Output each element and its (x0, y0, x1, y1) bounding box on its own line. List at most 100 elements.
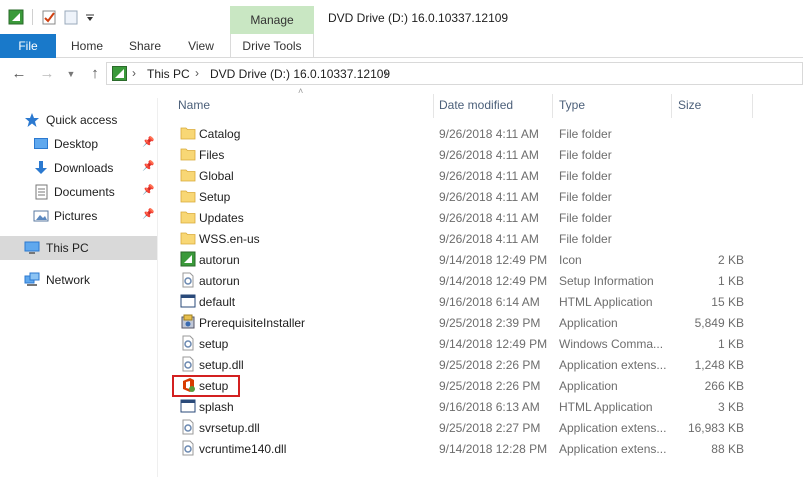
installer-icon (180, 314, 196, 330)
breadcrumb-this-pc[interactable]: This PC (147, 67, 190, 81)
sort-ascending-icon: ˄ (298, 86, 304, 96)
file-row[interactable]: Files 9/26/2018 4:11 AM File folder (168, 144, 758, 165)
file-date-modified: 9/14/2018 12:49 PM (439, 274, 548, 288)
settings-file-icon (180, 272, 196, 288)
title-bar: Manage DVD Drive (D:) 16.0.10337.12109 (0, 0, 803, 34)
pin-icon[interactable]: 📌 (142, 185, 154, 196)
file-row[interactable]: Global 9/26/2018 4:11 AM File folder (168, 165, 758, 186)
file-row[interactable]: svrsetup.dll 9/25/2018 2:27 PM Application… (168, 417, 758, 438)
file-size: 5,849 KB (694, 316, 744, 330)
column-type[interactable]: Type (559, 98, 585, 112)
manage-context-tab[interactable]: Manage (230, 6, 314, 34)
file-row[interactable]: WSS.en-us 9/26/2018 4:11 AM File folder (168, 228, 758, 249)
column-divider[interactable] (671, 94, 672, 118)
file-size: 2 KB (717, 253, 744, 267)
file-row[interactable]: PrerequisiteInstaller 9/25/2018 2:39 PM Ap… (168, 312, 758, 333)
nav-downloads[interactable]: Downloads 📌 (0, 156, 157, 180)
file-size: 3 KB (717, 400, 744, 414)
column-size[interactable]: Size (678, 98, 701, 112)
back-arrow-icon[interactable]: ← (10, 64, 28, 84)
tab-view[interactable]: View (186, 34, 216, 58)
file-row[interactable]: splash 9/16/2018 6:13 AM HTML Application 3… (168, 396, 758, 417)
file-row[interactable]: setup 9/14/2018 12:49 PM Windows Comma... 1… (168, 333, 758, 354)
file-row[interactable]: Setup 9/26/2018 4:11 AM File folder (168, 186, 758, 207)
nav-pictures[interactable]: Pictures 📌 (0, 204, 157, 228)
file-name: vcruntime140.dll (199, 442, 287, 456)
html-application-icon (180, 398, 196, 414)
file-type: HTML Application (559, 400, 653, 414)
file-date-modified: 9/25/2018 2:27 PM (439, 421, 541, 435)
html-application-icon (180, 293, 196, 309)
autorun-icon (180, 251, 196, 267)
forward-arrow-icon[interactable]: → (38, 64, 56, 84)
properties-icon[interactable] (41, 9, 57, 25)
file-row[interactable]: Updates 9/26/2018 4:11 AM File folder (168, 207, 758, 228)
settings-file-icon (180, 356, 196, 372)
customize-toolbar-icon[interactable] (85, 9, 95, 25)
file-row[interactable]: Catalog 9/26/2018 4:11 AM File folder (168, 123, 758, 144)
pin-icon[interactable]: 📌 (142, 137, 154, 148)
file-size: 88 KB (711, 442, 744, 456)
file-date-modified: 9/26/2018 4:11 AM (439, 148, 539, 162)
desktop-icon (33, 136, 49, 152)
pin-icon[interactable]: 📌 (142, 161, 154, 172)
up-arrow-icon[interactable]: ↑ (86, 64, 104, 84)
column-name[interactable]: Name (178, 98, 210, 112)
nav-this-pc[interactable]: This PC (0, 236, 157, 260)
tab-home[interactable]: Home (70, 34, 104, 58)
breadcrumb-dvd-drive[interactable]: DVD Drive (D:) 16.0.10337.12109 (210, 67, 390, 81)
highlight-box (172, 375, 240, 397)
file-type: Application (559, 379, 618, 393)
column-headers: ˄ Name Date modified Type Size (168, 86, 758, 120)
nav-network[interactable]: Network (0, 268, 157, 292)
file-date-modified: 9/26/2018 4:11 AM (439, 127, 539, 141)
file-date-modified: 9/26/2018 4:11 AM (439, 190, 539, 204)
file-name: Updates (199, 211, 244, 225)
nav-desktop[interactable]: Desktop 📌 (0, 132, 157, 156)
file-name: Global (199, 169, 234, 183)
file-row[interactable]: vcruntime140.dll 9/14/2018 12:28 PM Applic… (168, 438, 758, 459)
file-row[interactable]: autorun 9/14/2018 12:49 PM Icon 2 KB (168, 249, 758, 270)
file-row[interactable]: setup 9/25/2018 2:26 PM Application 266 KB (168, 375, 758, 397)
file-type: File folder (559, 232, 612, 246)
breadcrumb-chevron-icon[interactable]: › (384, 66, 388, 80)
file-name: Catalog (199, 127, 241, 141)
tab-drive-tools[interactable]: Drive Tools (230, 34, 314, 59)
file-date-modified: 9/26/2018 4:11 AM (439, 232, 539, 246)
tab-share[interactable]: Share (128, 34, 162, 58)
file-name: setup.dll (199, 358, 244, 372)
file-name: PrerequisiteInstaller (199, 316, 306, 330)
recent-locations-chevron-icon[interactable]: ▼ (62, 64, 80, 84)
address-bar[interactable]: › This PC › DVD Drive (D:) 16.0.10337.12… (106, 62, 803, 85)
folder-icon (180, 188, 196, 204)
pictures-icon (33, 208, 49, 224)
nav-documents[interactable]: Documents 📌 (0, 180, 157, 204)
file-row[interactable]: default 9/16/2018 6:14 AM HTML Application… (168, 291, 758, 312)
settings-file-icon (180, 419, 196, 435)
ribbon-tabs: File Home Share View Drive Tools (0, 34, 803, 59)
downloads-icon (33, 160, 49, 176)
pin-icon[interactable]: 📌 (142, 209, 154, 220)
breadcrumb-chevron-icon[interactable]: › (132, 66, 136, 80)
new-folder-icon[interactable] (63, 9, 79, 25)
column-date-modified[interactable]: Date modified (439, 98, 513, 112)
drive-icon[interactable] (8, 9, 24, 25)
computer-icon (24, 240, 40, 256)
column-divider[interactable] (752, 94, 753, 118)
column-divider[interactable] (552, 94, 553, 118)
file-list: ˄ Name Date modified Type Size Catalog 9/… (168, 86, 803, 477)
file-name: WSS.en-us (199, 232, 260, 246)
file-type: File folder (559, 169, 612, 183)
column-divider[interactable] (433, 94, 434, 118)
breadcrumb-chevron-icon[interactable]: › (195, 66, 199, 80)
nav-quick-access[interactable]: Quick access (0, 108, 157, 132)
navigation-bar: ← → ▼ ↑ › This PC › DVD Drive (D:) 16.0.… (0, 58, 803, 90)
tab-file[interactable]: File (0, 34, 56, 58)
file-type: File folder (559, 190, 612, 204)
nav-label: Desktop (54, 137, 99, 151)
folder-icon (180, 125, 196, 141)
file-row[interactable]: autorun 9/14/2018 12:49 PM Setup Informati… (168, 270, 758, 291)
file-row[interactable]: setup.dll 9/25/2018 2:26 PM Application ex… (168, 354, 758, 375)
file-date-modified: 9/25/2018 2:39 PM (439, 316, 541, 330)
file-size: 1 KB (717, 337, 744, 351)
